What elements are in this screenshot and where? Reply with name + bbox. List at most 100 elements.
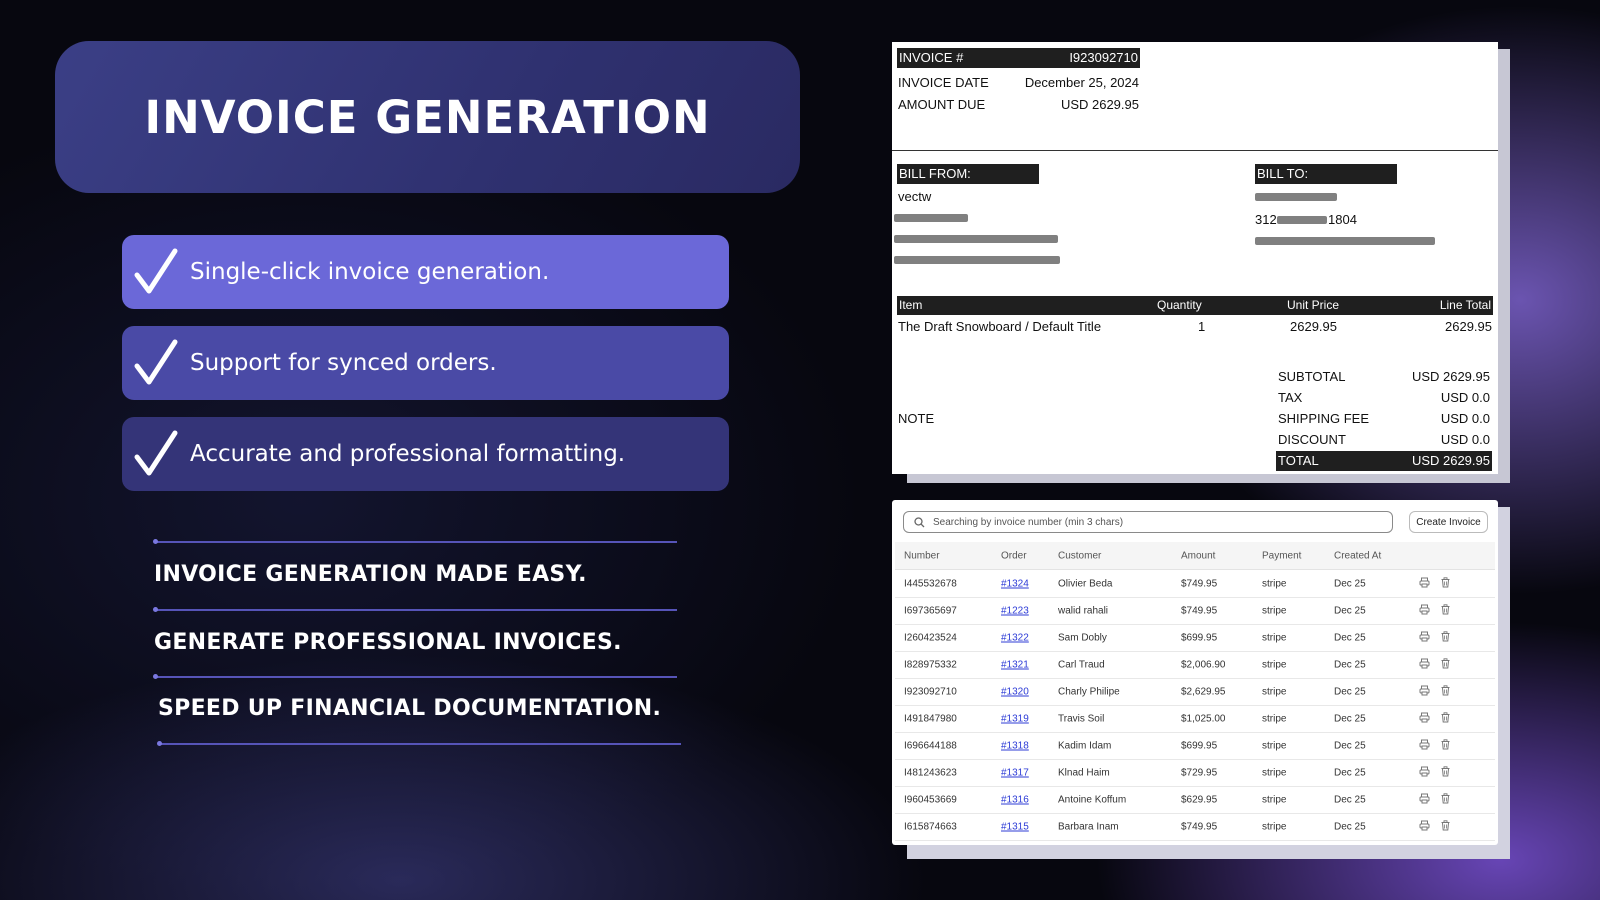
order-link[interactable]: #1318 (1001, 741, 1029, 752)
checkmark-icon (122, 417, 190, 491)
create-invoice-button[interactable]: Create Invoice (1409, 511, 1488, 533)
column-header-payment[interactable]: Payment (1262, 550, 1301, 561)
print-icon[interactable] (1419, 604, 1430, 618)
divider (153, 674, 677, 679)
order-link[interactable]: #1319 (1001, 714, 1029, 725)
order-link[interactable]: #1317 (1001, 768, 1029, 779)
created-at-cell: Dec 25 (1334, 632, 1366, 644)
line-item-total: 2629.95 (1445, 319, 1492, 334)
feature-item-formatting: Accurate and professional formatting. (122, 417, 729, 491)
invoice-number-cell: I445532678 (904, 578, 957, 590)
invoice-number-cell: I960453669 (904, 794, 957, 806)
table-row[interactable]: I491847980 #1319 Travis Soil $1,025.00 strip… (895, 706, 1495, 733)
search-input[interactable]: Searching by invoice number (min 3 chars… (903, 511, 1393, 533)
payment-cell: stripe (1262, 767, 1287, 779)
print-icon[interactable] (1419, 658, 1430, 672)
hero-title: INVOICE GENERATION (144, 90, 711, 144)
column-header-created-at[interactable]: Created At (1334, 550, 1381, 561)
subtotal-label: SUBTOTAL (1278, 369, 1346, 384)
table-row[interactable]: I615874663 #1315 Barbara Inam $749.95 stripe… (895, 814, 1495, 841)
print-icon[interactable] (1419, 739, 1430, 753)
print-icon[interactable] (1419, 766, 1430, 780)
trash-icon[interactable] (1440, 739, 1451, 753)
table-row[interactable]: I697365697 #1223 walid rahali $749.95 stripe… (895, 598, 1495, 625)
column-header-order[interactable]: Order (1001, 550, 1027, 561)
feature-label: Support for synced orders. (190, 350, 497, 376)
tax-value: USD 0.0 (1440, 390, 1490, 405)
note-label: NOTE (898, 411, 935, 426)
payment-cell: stripe (1262, 578, 1287, 590)
trash-icon[interactable] (1440, 793, 1451, 807)
created-at-cell: Dec 25 (1334, 767, 1366, 779)
checkmark-icon (122, 235, 190, 309)
shipping-label: SHIPPING FEE (1278, 411, 1370, 426)
print-icon[interactable] (1419, 631, 1430, 645)
table-row[interactable]: I960453669 #1316 Antoine Koffum $629.95 stri… (895, 787, 1495, 814)
trash-icon[interactable] (1440, 604, 1451, 618)
feature-item-single-click: Single-click invoice generation. (122, 235, 729, 309)
order-link[interactable]: #1223 (1001, 606, 1029, 617)
order-link[interactable]: #1321 (1001, 660, 1029, 671)
created-at-cell: Dec 25 (1334, 740, 1366, 752)
order-link[interactable]: #1320 (1001, 687, 1029, 698)
trash-icon[interactable] (1440, 631, 1451, 645)
created-at-cell: Dec 25 (1334, 686, 1366, 698)
trash-icon[interactable] (1440, 712, 1451, 726)
table-row[interactable]: I481243623 #1317 Klnad Haim $729.95 stripe De… (895, 760, 1495, 787)
redacted-text (894, 235, 1058, 243)
bill-to-address-prefix: 312 (1255, 212, 1277, 227)
column-header-amount[interactable]: Amount (1181, 550, 1215, 561)
table-row[interactable]: I923092710 #1320 Charly Philipe $2,629.95 st… (895, 679, 1495, 706)
created-at-cell: Dec 25 (1334, 794, 1366, 806)
invoice-number-cell: I696644188 (904, 740, 957, 752)
order-link[interactable]: #1322 (1001, 633, 1029, 644)
invoice-number-label: INVOICE # (899, 50, 964, 65)
print-icon[interactable] (1419, 793, 1430, 807)
checkmark-icon (122, 326, 190, 400)
feature-label: Single-click invoice generation. (190, 259, 550, 285)
customer-cell: walid rahali (1058, 605, 1109, 617)
column-header-customer[interactable]: Customer (1058, 550, 1101, 561)
customer-cell: Sam Dobly (1058, 632, 1107, 644)
created-at-cell: Dec 25 (1334, 605, 1366, 617)
hero-title-card: INVOICE GENERATION (55, 41, 800, 193)
bill-from-bar: BILL FROM: (897, 164, 1039, 184)
order-link[interactable]: #1316 (1001, 795, 1029, 806)
trash-icon[interactable] (1440, 820, 1451, 834)
created-at-cell: Dec 25 (1334, 821, 1366, 833)
table-row[interactable]: I260423524 #1322 Sam Dobly $699.95 stripe Dec… (895, 625, 1495, 652)
trash-icon[interactable] (1440, 658, 1451, 672)
amount-cell: $629.95 (1181, 794, 1218, 806)
invoice-number-cell: I697365697 (904, 605, 957, 617)
order-link[interactable]: #1315 (1001, 822, 1029, 833)
trash-icon[interactable] (1440, 577, 1451, 591)
table-row[interactable]: I696644188 #1318 Kadim Idam $699.95 stripe De… (895, 733, 1495, 760)
column-header-number[interactable]: Number (904, 550, 940, 561)
trash-icon[interactable] (1440, 766, 1451, 780)
invoice-number-value: I923092710 (1069, 50, 1138, 65)
print-icon[interactable] (1419, 820, 1430, 834)
invoice-preview: INVOICE # I923092710 INVOICE DATE Decemb… (892, 42, 1498, 474)
invoice-number-cell: I481243623 (904, 767, 957, 779)
customer-cell: Carl Traud (1058, 659, 1105, 671)
invoice-date-label: INVOICE DATE (898, 75, 989, 90)
tagline-1: INVOICE GENERATION MADE EASY. (154, 562, 587, 587)
amount-cell: $749.95 (1181, 605, 1218, 617)
trash-icon[interactable] (1440, 685, 1451, 699)
print-icon[interactable] (1419, 712, 1430, 726)
amount-cell: $2,629.95 (1181, 686, 1226, 698)
amount-cell: $2,006.90 (1181, 659, 1226, 671)
invoice-number-cell: I923092710 (904, 686, 957, 698)
discount-value: USD 0.0 (1440, 432, 1490, 447)
line-item-unit-price: 2629.95 (1290, 319, 1337, 334)
amount-cell: $749.95 (1181, 821, 1218, 833)
feature-item-synced-orders: Support for synced orders. (122, 326, 729, 400)
divider (153, 607, 677, 612)
print-icon[interactable] (1419, 577, 1430, 591)
print-icon[interactable] (1419, 685, 1430, 699)
table-row[interactable]: I828975332 #1321 Carl Traud $2,006.90 stripe… (895, 652, 1495, 679)
amount-due-value: USD 2629.95 (1060, 97, 1139, 112)
table-row[interactable]: I445532678 #1324 Olivier Beda $749.95 stripe… (895, 571, 1495, 598)
payment-cell: stripe (1262, 686, 1287, 698)
order-link[interactable]: #1324 (1001, 579, 1029, 590)
